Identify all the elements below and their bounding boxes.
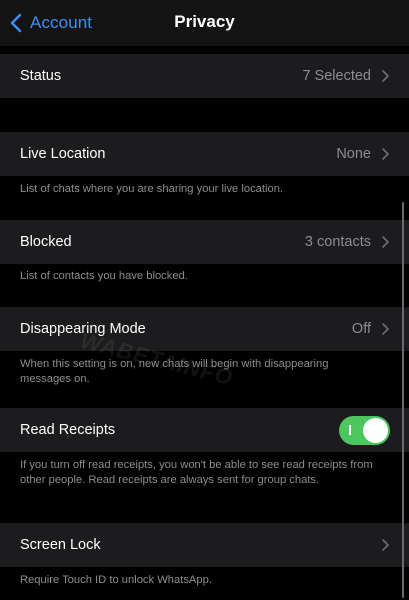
scrollbar[interactable]	[402, 202, 404, 598]
status-row[interactable]: Status 7 Selected	[0, 54, 409, 98]
chevron-right-icon	[382, 236, 389, 248]
page-title: Privacy	[174, 12, 235, 31]
toggle-on-mark	[349, 425, 351, 435]
blocked-row[interactable]: Blocked 3 contacts	[0, 220, 409, 264]
read-receipts-toggle[interactable]	[339, 416, 390, 445]
status-label: Status	[20, 68, 62, 84]
toggle-knob	[363, 418, 388, 443]
read-receipts-note: If you turn off read receipts, you won't…	[20, 459, 373, 486]
live-location-value: None	[336, 146, 371, 162]
screen-lock-row[interactable]: Screen Lock	[0, 523, 409, 567]
live-location-note: List of chats where you are sharing your…	[20, 183, 284, 195]
read-receipts-row: Read Receipts	[0, 408, 409, 452]
live-location-row[interactable]: Live Location None	[0, 132, 409, 176]
blocked-value: 3 contacts	[304, 234, 371, 250]
chevron-right-icon	[382, 323, 389, 335]
screen-lock-note: Require Touch ID to unlock WhatsApp.	[20, 574, 212, 586]
disappearing-mode-value: Off	[351, 321, 371, 337]
chevron-right-icon	[382, 539, 389, 551]
navigation-bar: Account Privacy	[0, 0, 409, 46]
blocked-label: Blocked	[20, 234, 72, 250]
status-value: 7 Selected	[302, 68, 371, 84]
disappearing-mode-row[interactable]: Disappearing Mode Off	[0, 307, 409, 351]
read-receipts-label: Read Receipts	[20, 422, 116, 438]
disappearing-mode-note: When this setting is on, new chats will …	[20, 358, 329, 385]
live-location-label: Live Location	[20, 146, 106, 162]
chevron-right-icon	[382, 70, 389, 82]
disappearing-mode-label: Disappearing Mode	[20, 321, 146, 337]
chevron-right-icon	[382, 148, 389, 160]
screen-lock-label: Screen Lock	[20, 537, 101, 553]
blocked-note: List of contacts you have blocked.	[20, 270, 188, 282]
